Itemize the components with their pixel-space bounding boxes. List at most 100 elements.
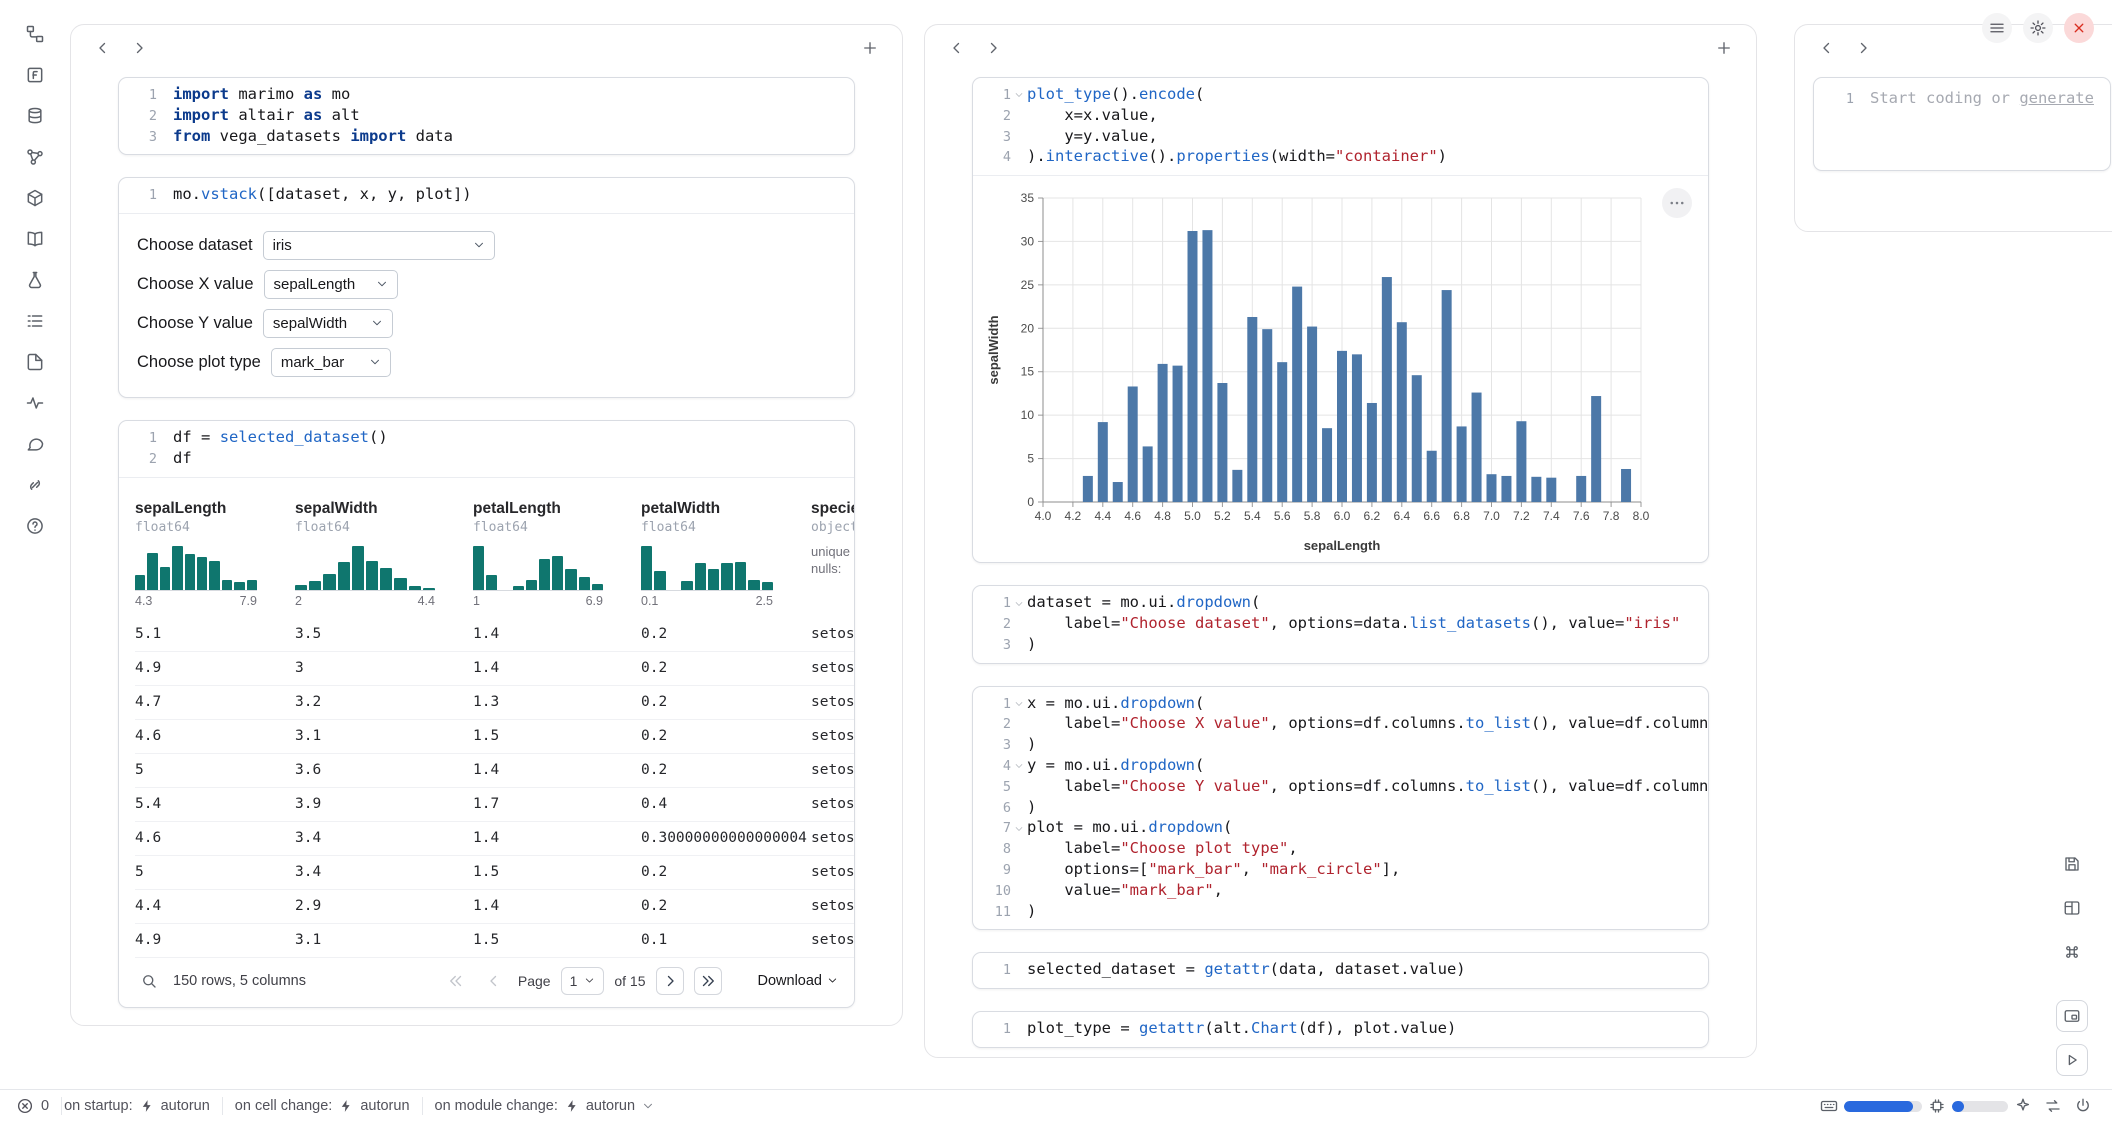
code-editor[interactable]: 1plot_type().encode(2 x=x.value,3 y=y.va… <box>973 78 1708 175</box>
fold-chevron-icon[interactable] <box>1011 85 1027 106</box>
column-move-right-button[interactable] <box>1849 34 1877 62</box>
svg-text:4.8: 4.8 <box>1154 509 1171 523</box>
sidebar-panel-scratchpad-button[interactable] <box>16 346 54 378</box>
ai-assistant-button[interactable] <box>2008 1097 2038 1115</box>
page-select[interactable]: 1 <box>561 967 605 995</box>
add-cell-button[interactable] <box>1710 34 1738 62</box>
sidebar-panel-extensions-button[interactable] <box>16 469 54 501</box>
documentation-icon <box>25 229 45 249</box>
fold-chevron-icon[interactable] <box>1011 593 1027 614</box>
dataframe-table: sepalLengthfloat644.37.9sepalWidthfloat6… <box>119 478 854 958</box>
sidebar-panel-documentation-button[interactable] <box>16 223 54 255</box>
line-number: 3 <box>981 127 1011 148</box>
add-cell-button[interactable] <box>856 34 884 62</box>
code-line: 4).interactive().properties(width="conta… <box>981 147 1694 168</box>
line-number: 4 <box>981 147 1011 168</box>
table-cell: 3.6 <box>295 754 473 787</box>
chart-actions-button[interactable] <box>1662 188 1692 218</box>
prev-page-button[interactable] <box>480 967 508 995</box>
code-line: 1plot_type = getattr(alt.Chart(df), plot… <box>981 1019 1694 1040</box>
column-move-left-button[interactable] <box>1813 34 1841 62</box>
column-header-sepalLength[interactable]: sepalLengthfloat644.37.9 <box>135 500 295 608</box>
run-all-button[interactable] <box>2056 1044 2088 1076</box>
svg-text:5.4: 5.4 <box>1244 509 1261 523</box>
sidebar-panel-explorer-button[interactable] <box>16 18 54 50</box>
session-power-button[interactable] <box>2068 1097 2098 1115</box>
chevron-right-icon <box>1854 39 1872 57</box>
shutdown-button[interactable] <box>2064 13 2094 43</box>
column-name: sepalLength <box>135 500 295 518</box>
first-page-button[interactable] <box>442 967 470 995</box>
code-editor[interactable]: 1df = selected_dataset()2df <box>119 421 854 477</box>
table-cell: 1.7 <box>473 788 641 821</box>
column-move-left-button[interactable] <box>943 34 971 62</box>
chevron-down-icon <box>376 278 388 290</box>
swap-arrows-icon <box>2044 1097 2062 1115</box>
dropdown-row: Choose dataset iris <box>137 230 836 260</box>
sidebar-panel-datasources-button[interactable] <box>16 100 54 132</box>
column-move-right-button[interactable] <box>125 34 153 62</box>
svg-text:4.2: 4.2 <box>1065 509 1082 523</box>
table-cell: 1.5 <box>473 856 641 889</box>
menu-button[interactable] <box>1982 13 2012 43</box>
table-cell: 0.2 <box>641 618 811 651</box>
minimap-button[interactable] <box>2056 1000 2088 1032</box>
column-header-sepalWidth[interactable]: sepalWidthfloat6424.4 <box>295 500 473 608</box>
choose-plot-type-select[interactable]: mark_bar <box>271 348 391 377</box>
code-line: 3from vega_datasets import data <box>127 127 840 148</box>
keyboard-icon <box>1820 1097 1838 1115</box>
fold-chevron-icon[interactable] <box>1011 756 1027 777</box>
choose-dataset-select[interactable]: iris <box>263 231 495 260</box>
choose-y-value-select[interactable]: sepalWidth <box>263 309 393 338</box>
code-line: 1plot_type().encode( <box>981 85 1694 106</box>
column-header-petalWidth[interactable]: petalWidthfloat640.12.5 <box>641 500 811 608</box>
generate-with-ai-link[interactable]: generate <box>2019 89 2094 107</box>
column-move-left-button[interactable] <box>89 34 117 62</box>
column-move-right-button[interactable] <box>979 34 1007 62</box>
tracing-icon <box>25 393 45 413</box>
swap-kernel-button[interactable] <box>2038 1097 2068 1115</box>
close-icon <box>2070 19 2088 37</box>
code-editor[interactable]: 1plot_type = getattr(alt.Chart(df), plot… <box>973 1012 1708 1047</box>
command-palette-button[interactable] <box>2056 936 2088 968</box>
files-icon <box>25 65 45 85</box>
last-page-button[interactable] <box>694 967 722 995</box>
code-editor[interactable]: 1selected_dataset = getattr(data, datase… <box>973 953 1708 988</box>
code-editor[interactable]: 1import marimo as mo2import altair as al… <box>119 78 854 154</box>
chevron-left-icon <box>94 39 112 57</box>
download-button[interactable]: Download <box>758 973 839 989</box>
code-editor[interactable]: 1 Start coding or generate with AI <box>1814 78 2110 170</box>
sidebar-panel-help-button[interactable] <box>16 510 54 542</box>
column-header-species[interactable]: speciesobjectuniquenulls: <box>811 500 854 608</box>
settings-button[interactable] <box>2023 13 2053 43</box>
next-page-button[interactable] <box>656 967 684 995</box>
sidebar-panel-snippets-button[interactable] <box>16 264 54 296</box>
code-editor[interactable]: 1mo.vstack([dataset, x, y, plot]) <box>119 178 854 213</box>
fold-chevron-icon[interactable] <box>1011 818 1027 839</box>
sidebar-panel-files-button[interactable] <box>16 59 54 91</box>
choose-x-value-select[interactable]: sepalLength <box>264 270 398 299</box>
keyboard-shortcuts-button[interactable] <box>1814 1097 1844 1115</box>
fold-chevron-icon[interactable] <box>1011 694 1027 715</box>
column-header-petalLength[interactable]: petalLengthfloat6416.9 <box>473 500 641 608</box>
code-editor[interactable]: 1dataset = mo.ui.dropdown(2 label="Choos… <box>973 586 1708 662</box>
runtime-setting-2[interactable]: on cell change:autorun <box>223 1090 422 1122</box>
errors-indicator[interactable]: 0 <box>14 1090 61 1122</box>
table-search-button[interactable] <box>135 967 163 995</box>
svg-text:5.2: 5.2 <box>1214 509 1231 523</box>
column-max: 6.9 <box>586 594 603 608</box>
sidebar-panel-logs-button[interactable] <box>16 305 54 337</box>
cell-vstack: 1mo.vstack([dataset, x, y, plot]) Choose… <box>118 177 855 398</box>
code-line: 2 label="Choose X value", options=df.col… <box>981 714 1694 735</box>
sidebar-panel-variables-button[interactable] <box>16 141 54 173</box>
sidebar-panel-tracing-button[interactable] <box>16 387 54 419</box>
runtime-setting-1[interactable]: on startup:autorun <box>62 1090 222 1122</box>
sidebar-panel-packages-button[interactable] <box>16 182 54 214</box>
runtime-setting-3[interactable]: on module change:autorun <box>423 1090 667 1122</box>
svg-text:20: 20 <box>1021 321 1035 335</box>
sidebar-panel-chat-button[interactable] <box>16 428 54 460</box>
layout-toggle-button[interactable] <box>2056 892 2088 924</box>
save-button[interactable] <box>2056 848 2088 880</box>
dropdown-label: Choose dataset <box>137 236 253 255</box>
code-editor[interactable]: 1x = mo.ui.dropdown(2 label="Choose X va… <box>973 687 1708 930</box>
